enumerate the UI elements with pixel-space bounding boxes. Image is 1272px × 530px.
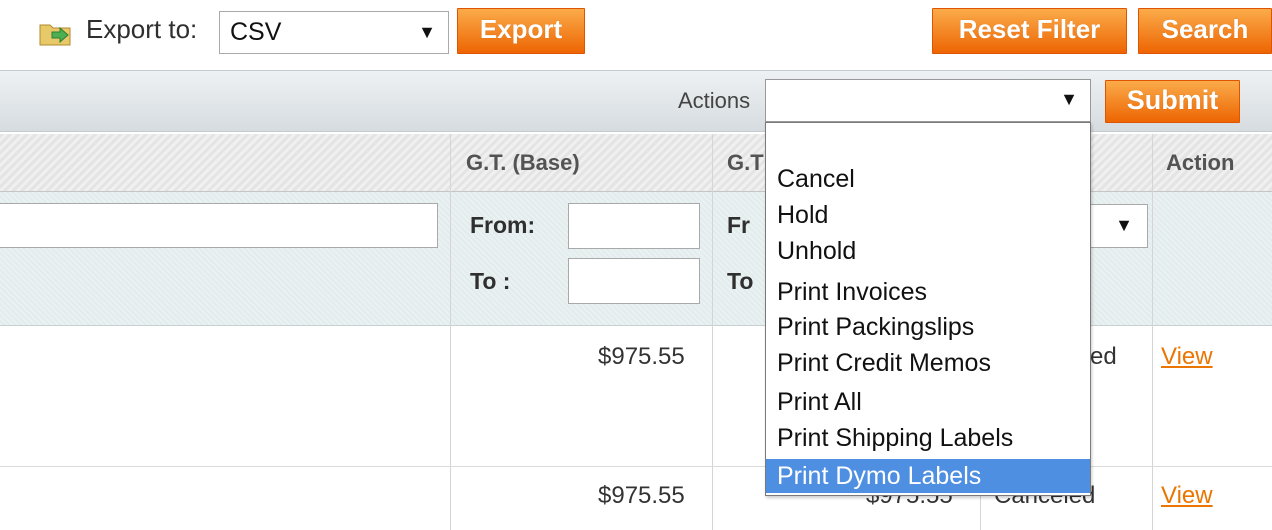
action-option-print-invoices[interactable]: Print Invoices [766, 275, 1090, 309]
view-link[interactable]: View [1161, 482, 1213, 510]
actions-label: Actions [678, 88, 751, 113]
reset-filter-button[interactable]: Reset Filter [932, 8, 1127, 54]
export-icon [39, 24, 71, 46]
filter-to-label: To : [470, 268, 511, 294]
column-header-gt-purchased[interactable]: G.T [727, 150, 764, 176]
export-button[interactable]: Export [457, 8, 585, 54]
action-option-print-shipping-labels[interactable]: Print Shipping Labels [766, 421, 1090, 455]
gt-base-to-input[interactable] [568, 258, 700, 304]
export-format-select[interactable]: CSV ▼ [219, 11, 449, 54]
action-option-print-credit-memos[interactable]: Print Credit Memos [766, 346, 1090, 380]
dropdown-arrow-icon: ▼ [418, 22, 436, 42]
actions-select[interactable]: ▼ [765, 79, 1091, 122]
column-header-action: Action [1166, 150, 1235, 175]
filter-text-input[interactable] [0, 203, 438, 248]
actions-dropdown-list: Cancel Hold Unhold Print Invoices Print … [765, 122, 1091, 496]
action-option-cancel[interactable]: Cancel [766, 162, 1090, 196]
column-divider [712, 134, 713, 530]
export-label: Export to: [86, 14, 198, 44]
column-divider [450, 134, 451, 530]
column-divider [1152, 134, 1153, 530]
dropdown-arrow-icon: ▼ [1115, 215, 1133, 235]
filter-from-label: From: [470, 212, 536, 238]
filter-from-label-2: Fr [727, 212, 750, 238]
dropdown-arrow-icon: ▼ [1060, 89, 1078, 109]
filter-to-label-2: To [727, 268, 754, 294]
gt-base-from-input[interactable] [568, 203, 700, 249]
search-button[interactable]: Search [1138, 8, 1272, 54]
column-header-gt-base[interactable]: G.T. (Base) [466, 150, 580, 176]
action-option-print-all[interactable]: Print All [766, 385, 1090, 419]
submit-button[interactable]: Submit [1105, 80, 1240, 123]
cell-status: ed [1090, 343, 1117, 370]
cell-gt-base: $975.55 [598, 343, 685, 370]
view-link[interactable]: View [1161, 343, 1213, 371]
export-format-value: CSV [230, 18, 282, 46]
action-option-hold[interactable]: Hold [766, 198, 1090, 232]
action-option-print-dymo-labels[interactable]: Print Dymo Labels [766, 459, 1090, 493]
cell-gt-base: $975.55 [598, 482, 685, 509]
action-option-print-packingslips[interactable]: Print Packingslips [766, 310, 1090, 344]
action-option-unhold[interactable]: Unhold [766, 234, 1090, 268]
action-option-empty[interactable] [766, 127, 1090, 161]
